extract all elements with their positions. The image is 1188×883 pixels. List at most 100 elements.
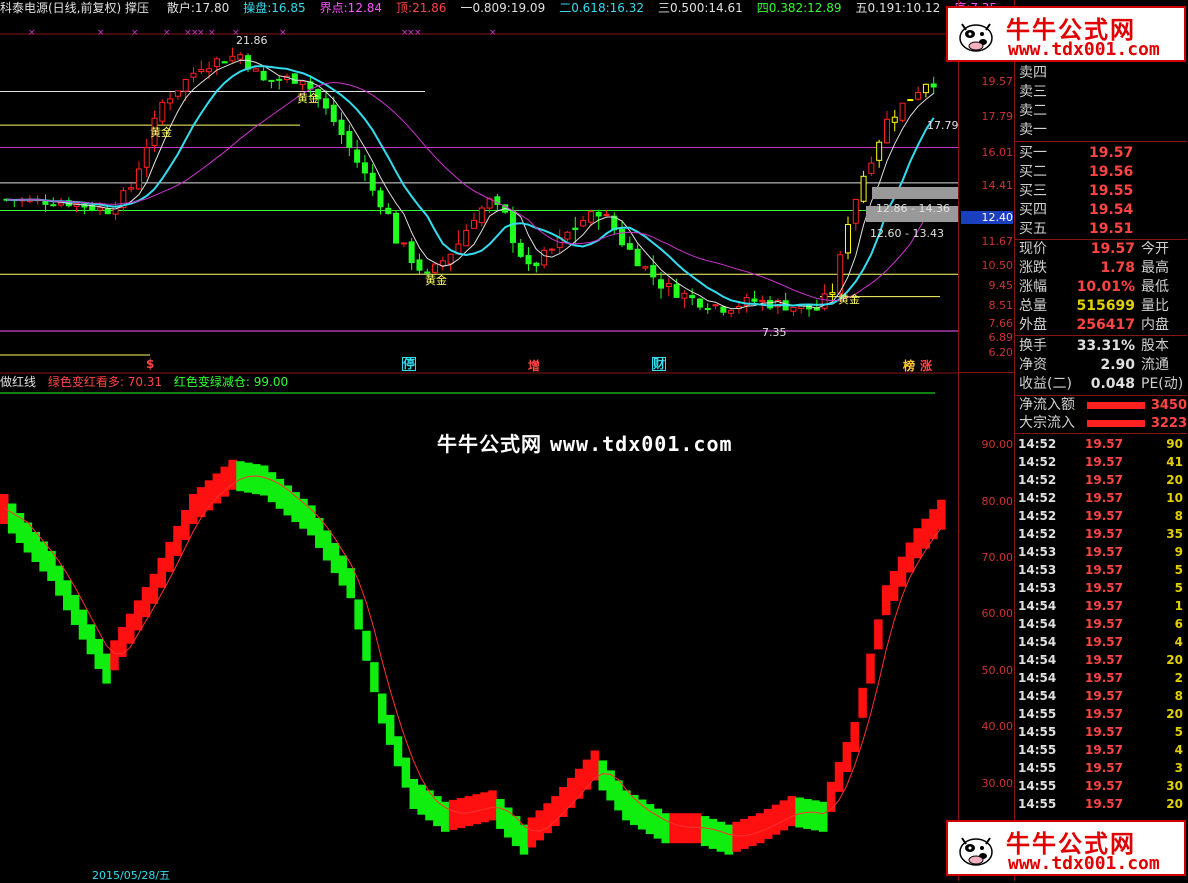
candle-body <box>728 309 735 314</box>
indicator-bar <box>338 555 348 586</box>
indicator-bar <box>267 472 277 503</box>
tick-row: 14:55 19.57 20 <box>1015 795 1187 813</box>
indicator-bar <box>165 541 174 572</box>
candle-body <box>533 262 540 267</box>
tick-volume: 4 <box>1174 743 1183 757</box>
candle-body <box>626 243 633 250</box>
indicator-bar <box>362 630 371 661</box>
candlestick-chart[interactable]: 黄金黄金黄金黄金21.867.3517.7912.86 - 14.3612.60… <box>0 16 958 374</box>
header-item: 操盘:16.85 <box>243 1 306 15</box>
ask-row: 卖一 <box>1017 121 1187 140</box>
flow-value: 3450 <box>1150 398 1187 413</box>
top-mark: × <box>232 28 240 38</box>
tick-row: 14:54 19.57 6 <box>1015 615 1187 633</box>
price-axis-label: 8.51 <box>988 299 1014 312</box>
ma-white <box>6 59 935 310</box>
tick-volume: 20 <box>1166 653 1183 667</box>
bid-label: 买四 <box>1019 202 1047 218</box>
indicator-bar <box>905 542 915 573</box>
indicator-bar <box>409 779 418 809</box>
tick-row: 14:53 19.57 9 <box>1015 543 1187 561</box>
candle-body <box>517 242 524 257</box>
ask-label: 卖三 <box>1019 84 1047 100</box>
price-axis-label: 9.45 <box>988 279 1014 292</box>
ask-label: 卖一 <box>1019 122 1047 138</box>
candle-body <box>704 307 711 310</box>
candle-body <box>416 259 423 271</box>
tick-price: 19.57 <box>1085 509 1123 523</box>
candle-body <box>190 72 197 78</box>
indicator-bar <box>889 570 899 601</box>
stat-value: 256417 <box>1076 317 1135 333</box>
indicator-bar <box>803 798 812 829</box>
tick-volume: 3 <box>1174 761 1183 775</box>
candle-body <box>213 58 220 67</box>
tick-time: 14:54 <box>1018 689 1057 703</box>
ask-row: 卖四 <box>1017 64 1187 83</box>
candle-body <box>580 220 587 227</box>
header-item: 四0.382:12.89 <box>756 1 842 15</box>
candle-body <box>478 207 485 224</box>
candle-body <box>361 162 368 174</box>
indicator-bar <box>685 813 694 844</box>
indicator-bar <box>252 464 261 495</box>
tick-price: 19.57 <box>1085 635 1123 649</box>
tick-price: 19.57 <box>1085 743 1123 757</box>
candle-body <box>712 304 719 307</box>
flow-bar <box>1087 402 1145 409</box>
price-axis-label: 6.89 <box>988 331 1014 344</box>
candle-body <box>439 260 446 267</box>
tick-time: 14:55 <box>1018 797 1057 811</box>
candle-body <box>907 99 914 102</box>
tick-price: 19.57 <box>1085 581 1123 595</box>
stat-row: 换手 33.31% 股本 <box>1017 337 1187 356</box>
stat-label: 净资 <box>1019 357 1047 373</box>
bid-row: 买五 19.51 <box>1017 220 1187 239</box>
event-label: $ <box>146 357 155 371</box>
indicator-bar <box>259 465 269 496</box>
indicator-bar <box>133 600 143 631</box>
price-annotation: 17.79 <box>927 119 958 132</box>
indicator-bar <box>55 565 64 596</box>
logo-top: 牛牛公式网 www.tdx001.com <box>946 6 1186 62</box>
stat-row: 涨跌 1.78 最高 <box>1017 259 1187 278</box>
tick-volume: 4 <box>1174 635 1183 649</box>
candle-body <box>400 242 407 245</box>
tick-volume: 10 <box>1166 491 1183 505</box>
indicator-bar <box>385 714 395 745</box>
indicator-bar <box>141 587 151 618</box>
indicator-bar <box>7 503 17 534</box>
tick-price: 19.57 <box>1085 599 1123 613</box>
indicator-bar <box>756 813 765 844</box>
tick-row: 14:53 19.57 5 <box>1015 579 1187 597</box>
stat-value: 33.31% <box>1076 338 1135 354</box>
indicator-bar <box>31 532 40 562</box>
indicator-chart[interactable] <box>0 390 958 868</box>
tick-row: 14:52 19.57 10 <box>1015 489 1187 507</box>
candle-body <box>650 265 657 278</box>
tick-time: 14:52 <box>1018 455 1057 469</box>
candle-body <box>97 207 103 211</box>
candle-body <box>689 295 696 298</box>
tick-volume: 20 <box>1166 473 1183 487</box>
indicator-bar <box>401 757 411 788</box>
indicator-bar <box>677 813 686 844</box>
indicator-bar <box>779 800 789 831</box>
indicator-bar <box>700 816 710 847</box>
stat-row: 收益(二) 0.048 PE(动) <box>1017 375 1187 394</box>
indicator-bar <box>315 517 324 548</box>
candle-body <box>930 83 937 88</box>
indicator-green-label: 红色变绿减仓: 99.00 <box>173 375 289 389</box>
bid-row: 买二 19.56 <box>1017 163 1187 182</box>
tick-row: 14:52 19.57 90 <box>1015 435 1187 453</box>
top-mark: × <box>131 28 139 38</box>
indicator-bar <box>204 480 214 511</box>
tick-row: 14:52 19.57 8 <box>1015 507 1187 525</box>
indicator-bar <box>275 478 285 509</box>
candle-body <box>167 98 174 104</box>
candle-body <box>642 266 649 269</box>
tick-price: 19.57 <box>1085 617 1123 631</box>
indicator-bar <box>63 580 72 611</box>
tick-price: 19.57 <box>1085 653 1123 667</box>
tick-row: 14:54 19.57 8 <box>1015 687 1187 705</box>
